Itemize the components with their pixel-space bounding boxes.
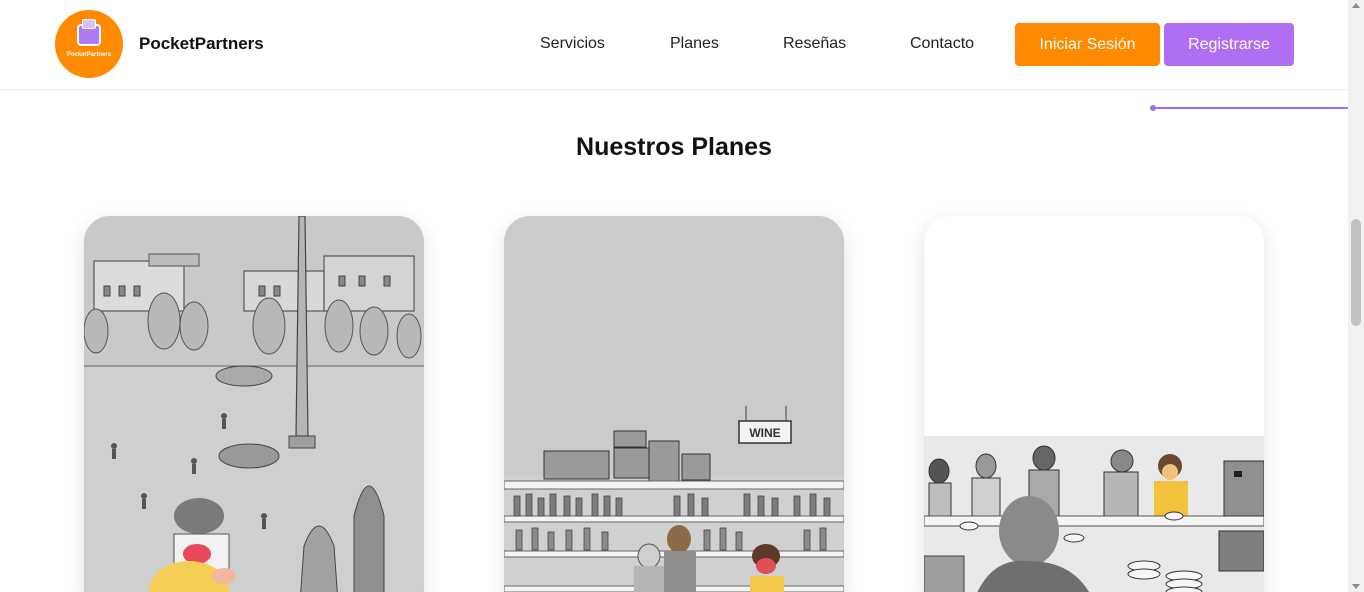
scrollbar-thumb[interactable] — [1351, 219, 1361, 326]
logo-text: PocketPartners — [66, 52, 112, 58]
site-header: PocketPartners PocketPartners Servicios … — [0, 0, 1348, 90]
brand-name[interactable]: PocketPartners — [139, 34, 264, 54]
register-button[interactable]: Registrarse — [1164, 23, 1294, 66]
plan-card-1[interactable] — [84, 216, 424, 592]
nav-link-contacto[interactable]: Contacto — [910, 35, 974, 53]
plan-illustration-cafe — [924, 216, 1264, 592]
plan-card-2[interactable]: WINE — [504, 216, 844, 592]
page-scrollbar[interactable] — [1348, 0, 1364, 592]
wine-sign-text: WINE — [749, 426, 780, 440]
decorative-line — [1154, 107, 1348, 109]
nav-link-planes[interactable]: Planes — [670, 35, 719, 53]
plan-illustration-city — [84, 216, 424, 592]
scroll-up-arrow-icon[interactable] — [1352, 3, 1360, 8]
logo[interactable]: PocketPartners — [55, 10, 123, 78]
plan-illustration-wine-shop: WINE — [504, 216, 844, 592]
wallet-icon — [77, 19, 101, 46]
login-button[interactable]: Iniciar Sesión — [1015, 23, 1160, 66]
nav-link-servicios[interactable]: Servicios — [540, 35, 605, 53]
plan-card-3[interactable] — [924, 216, 1264, 592]
nav-link-resenas[interactable]: Reseñas — [783, 35, 846, 53]
scroll-down-arrow-icon[interactable] — [1352, 584, 1360, 589]
section-title: Nuestros Planes — [576, 133, 772, 161]
